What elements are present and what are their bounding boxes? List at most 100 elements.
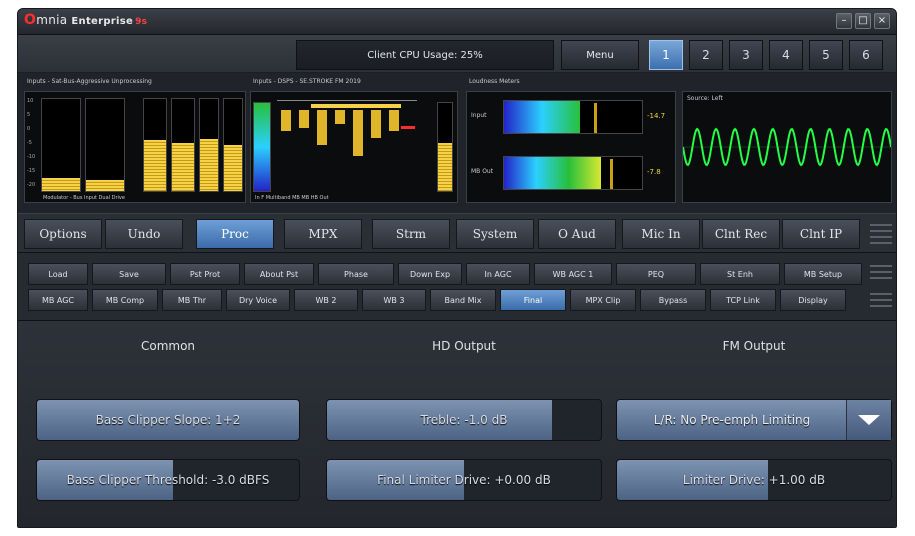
- subtab-load[interactable]: Load: [28, 263, 88, 285]
- agc-bar-6-fill: [224, 145, 242, 191]
- tab-clnt-ip[interactable]: Clnt IP: [782, 219, 860, 249]
- logo-mnia: mnia: [36, 13, 68, 27]
- lr-preemph-dropdown[interactable]: L/R: No Pre-emph Limiting: [616, 399, 892, 441]
- mb-band-bar: [281, 110, 291, 131]
- mb-panel-title: Inputs - DSPS - SE.STROKE FM 2019: [253, 78, 361, 85]
- mb-band-bar: [317, 110, 327, 145]
- close-icon[interactable]: ×: [874, 13, 890, 29]
- bass-clipper-slope-control[interactable]: Bass Clipper Slope: 1+2: [36, 399, 300, 441]
- subtab-scroll-grip-2[interactable]: [870, 287, 892, 313]
- subtab-about-pst[interactable]: About Pst: [244, 263, 314, 285]
- mb-band-bar: [371, 110, 381, 138]
- limiter-drive-control[interactable]: Limiter Drive: +1.00 dB: [616, 459, 892, 501]
- tab-options[interactable]: Options: [24, 219, 102, 249]
- agc-panel-title: Inputs - Sat-Bus-Aggressive Unprocessing: [27, 78, 152, 85]
- subtab-display[interactable]: Display: [780, 289, 846, 311]
- meter-strip: Inputs - Sat-Bus-Aggressive Unprocessing…: [18, 73, 896, 213]
- tab-scroll-grip[interactable]: [870, 221, 892, 247]
- tab-undo[interactable]: Undo: [105, 219, 183, 249]
- top-bar: Client CPU Usage: 25% Menu 1 2 3 4 5 6: [18, 35, 896, 73]
- subtab-peq[interactable]: PEQ: [616, 263, 696, 285]
- agc-bar-4: [171, 98, 195, 192]
- io-meter-panel: Loudness Meters Input -14.7 MB Out -7.8: [466, 78, 676, 203]
- cpu-usage-readout: Client CPU Usage: 25%: [296, 40, 554, 70]
- tab-clnt-rec[interactable]: Clnt Rec: [702, 219, 780, 249]
- subtab-band-mix[interactable]: Band Mix: [430, 289, 496, 311]
- subtab-final[interactable]: Final: [500, 289, 566, 311]
- subtab-tcp-link[interactable]: TCP Link: [710, 289, 776, 311]
- title-bar: Omnia Enterprise 9s – □ ×: [18, 9, 896, 35]
- subtab-bypass[interactable]: Bypass: [640, 289, 706, 311]
- tab-mpx[interactable]: MPX: [284, 219, 362, 249]
- io-row-2-fill: [504, 157, 601, 189]
- io-panel-title: Loudness Meters: [469, 78, 520, 85]
- subtab-phase[interactable]: Phase: [318, 263, 394, 285]
- preset-button-4[interactable]: 4: [769, 40, 803, 70]
- menu-button[interactable]: Menu: [561, 40, 639, 70]
- subtab-wb-3[interactable]: WB 3: [362, 289, 426, 311]
- agc-bar-1-fill: [42, 178, 80, 191]
- mb-peak-bar: [311, 104, 401, 108]
- mb-out-fill: [438, 142, 452, 191]
- tab-mic-in[interactable]: Mic In: [622, 219, 700, 249]
- io-row-1-peak: [594, 103, 597, 133]
- preset-button-5[interactable]: 5: [809, 40, 843, 70]
- subtab-st-enh[interactable]: St Enh: [700, 263, 780, 285]
- final-settings-panel: Common HD Output FM Output Bass Clipper …: [18, 321, 896, 527]
- logo-o: O: [24, 12, 37, 28]
- limiter-drive-label: Limiter Drive: +1.00 dB: [682, 473, 826, 487]
- subtab-mpx-clip[interactable]: MPX Clip: [570, 289, 636, 311]
- subtab-scroll-grip-1[interactable]: [870, 259, 892, 285]
- tab-strm[interactable]: Strm: [372, 219, 450, 249]
- subtab-mb-thr[interactable]: MB Thr: [162, 289, 222, 311]
- mb-bottom-labels: In F Multiband MB MB HB Out: [255, 195, 329, 201]
- io-row-2-label: MB Out: [471, 168, 494, 175]
- omnia-window: Omnia Enterprise 9s – □ × Client CPU Usage…: [17, 8, 897, 528]
- maximize-icon[interactable]: □: [855, 13, 871, 29]
- multiband-meter-panel: Inputs - DSPS - SE.STROKE FM 2019 In F M…: [250, 78, 458, 203]
- tab-o-aud[interactable]: O Aud: [538, 219, 616, 249]
- subtab-mb-setup[interactable]: MB Setup: [784, 263, 862, 285]
- subtab-mb-comp[interactable]: MB Comp: [92, 289, 158, 311]
- io-row-1-readout: -14.7: [647, 112, 666, 120]
- bass-clipper-threshold-label: Bass Clipper Threshold: -3.0 dBFS: [66, 473, 270, 487]
- agc-bar-6: [223, 98, 243, 192]
- agc-bar-2: [85, 98, 125, 192]
- agc-scale-0: 10: [27, 98, 34, 104]
- tab-proc[interactable]: Proc: [196, 219, 274, 249]
- subtab-in-agc[interactable]: In AGC: [466, 263, 530, 285]
- subtab-pst-prot[interactable]: Pst Prot: [170, 263, 240, 285]
- minimize-icon[interactable]: –: [836, 13, 852, 29]
- subtab-save[interactable]: Save: [92, 263, 166, 285]
- agc-bar-3-fill: [144, 140, 166, 191]
- mb-baseline: [277, 100, 417, 101]
- treble-control[interactable]: Treble: -1.0 dB: [326, 399, 602, 441]
- agc-bar-4-fill: [172, 143, 194, 191]
- agc-bar-5-fill: [200, 139, 218, 191]
- subtab-mb-agc[interactable]: MB AGC: [28, 289, 88, 311]
- subtab-dry-voice[interactable]: Dry Voice: [226, 289, 290, 311]
- treble-label: Treble: -1.0 dB: [420, 413, 508, 427]
- agc-bar-1: [41, 98, 81, 192]
- scope-panel: Source: Left: [682, 91, 892, 203]
- dropdown-arrow-icon[interactable]: [846, 400, 891, 440]
- agc-bar-2-fill: [86, 179, 124, 191]
- agc-scale-1: 5: [27, 112, 31, 118]
- mb-band-bar: [335, 110, 345, 124]
- preset-button-2[interactable]: 2: [689, 40, 723, 70]
- bass-clipper-threshold-control[interactable]: Bass Clipper Threshold: -3.0 dBFS: [36, 459, 300, 501]
- preset-button-1[interactable]: 1: [649, 40, 683, 70]
- mb-band-bar: [389, 110, 399, 131]
- preset-button-6[interactable]: 6: [849, 40, 883, 70]
- mb-red-marker: [401, 126, 415, 129]
- tab-system[interactable]: System: [456, 219, 534, 249]
- io-row-2-peak: [610, 159, 613, 189]
- logo-version: 9s: [135, 17, 148, 27]
- subtab-wb-agc-1[interactable]: WB AGC 1: [534, 263, 612, 285]
- main-tab-bar: Options Undo Proc MPX Strm System O Aud …: [18, 213, 896, 253]
- agc-scale-5: -15: [27, 168, 36, 174]
- final-limiter-drive-control[interactable]: Final Limiter Drive: +0.00 dB: [326, 459, 602, 501]
- subtab-down-exp[interactable]: Down Exp: [398, 263, 462, 285]
- preset-button-3[interactable]: 3: [729, 40, 763, 70]
- subtab-wb-2[interactable]: WB 2: [294, 289, 358, 311]
